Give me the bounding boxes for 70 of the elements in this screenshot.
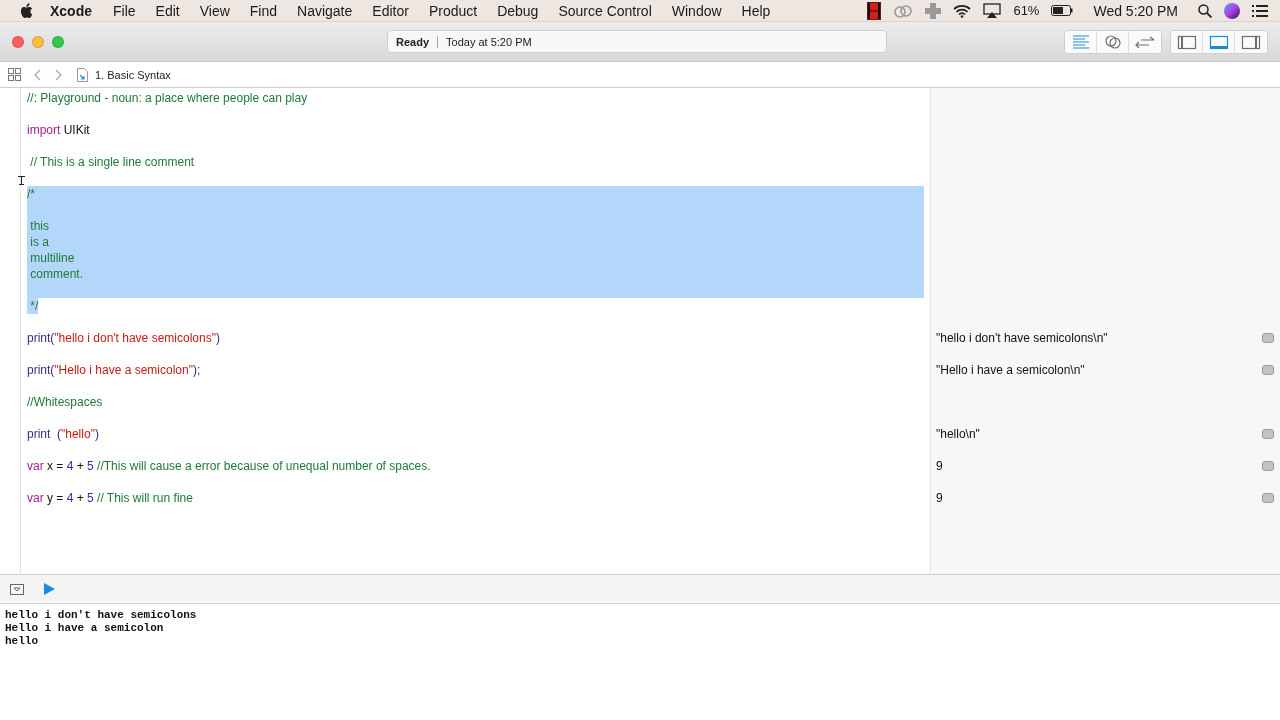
menu-item[interactable]: Help: [741, 2, 771, 19]
code-line: multiline: [29, 250, 75, 266]
code-line: //Whitespaces: [27, 394, 103, 410]
film-icon[interactable]: [867, 1, 882, 20]
result-value: "hello\n": [936, 426, 980, 442]
list-icon[interactable]: [1252, 4, 1268, 17]
menu-item[interactable]: Editor: [372, 2, 409, 19]
quick-look-button[interactable]: [1262, 333, 1274, 343]
code-line: //: Playground - noun: a place where people can play: [27, 90, 308, 106]
hide-debug-icon[interactable]: [10, 583, 24, 595]
code-line: var y = 4 + 5 // This will run fine: [27, 490, 193, 506]
code-line: import UIKit: [27, 122, 90, 138]
menu-item[interactable]: Window: [671, 2, 722, 19]
console-line: Hello i have a semicolon: [5, 622, 165, 635]
result-value: "Hello i have a semicolon\n": [936, 362, 1085, 378]
menu-item[interactable]: Navigate: [297, 2, 353, 19]
apple-icon[interactable]: [20, 2, 34, 19]
standard-editor-button[interactable]: [1065, 30, 1097, 53]
menu-item[interactable]: File: [113, 2, 136, 19]
menu-item[interactable]: Product: [428, 2, 478, 19]
menu-item[interactable]: Source Control: [558, 2, 652, 19]
airplay-icon[interactable]: [983, 3, 1002, 18]
minimize-button[interactable]: [32, 35, 44, 48]
battery-percent: 61%: [1013, 3, 1040, 18]
zoom-button[interactable]: [52, 35, 64, 48]
forward-icon[interactable]: [55, 68, 63, 81]
gamepad-icon[interactable]: [925, 2, 942, 19]
navigator-toggle[interactable]: [1171, 30, 1203, 53]
back-icon[interactable]: [33, 68, 41, 81]
circles-icon: [1102, 32, 1123, 51]
text-cursor-icon: [18, 176, 25, 185]
code-line: print("Hello i have a semicolon");: [27, 362, 201, 378]
menu-item[interactable]: Debug: [497, 2, 539, 19]
console-line: hello i don't have semicolons: [5, 609, 198, 622]
breadcrumb-item[interactable]: 1. Basic Syntax: [95, 68, 171, 81]
code-line: is a: [29, 234, 49, 250]
close-button[interactable]: [12, 35, 24, 48]
code-line: print ("hello"): [27, 426, 99, 442]
quick-look-button[interactable]: [1262, 429, 1274, 439]
console-line: hello: [5, 635, 39, 648]
build-status: Ready: [396, 35, 430, 48]
quick-look-button[interactable]: [1262, 493, 1274, 503]
menu-item[interactable]: View: [199, 2, 230, 19]
quick-look-button[interactable]: [1262, 461, 1274, 471]
code-line: /*: [27, 186, 35, 202]
grid-icon[interactable]: [8, 68, 21, 81]
search-icon[interactable]: [1198, 3, 1212, 18]
code-line: var x = 4 + 5 //This will cause a error because of unequal number of spaces.: [27, 458, 431, 474]
code-line: print("hello i don't have semicolons"): [27, 330, 220, 346]
menu-item[interactable]: Find: [249, 2, 278, 19]
menu-item[interactable]: Edit: [155, 2, 180, 19]
quick-look-button[interactable]: [1262, 365, 1274, 375]
battery-icon[interactable]: [1051, 5, 1074, 16]
result-value: "hello i don't have semicolons\n": [936, 330, 1108, 346]
siri-icon[interactable]: [1224, 2, 1240, 19]
file-icon[interactable]: [77, 67, 88, 82]
segmented-control[interactable]: [1170, 29, 1268, 54]
lines-icon: [1070, 32, 1091, 51]
wifi-icon[interactable]: [953, 3, 972, 18]
result-value: 9: [936, 458, 943, 474]
app-menu[interactable]: Xcode: [50, 2, 92, 19]
cloud-icon[interactable]: [893, 3, 914, 18]
run-icon[interactable]: [44, 583, 55, 595]
code-line: // This is a single line comment: [29, 154, 195, 170]
build-time: Today at 5:20 PM: [446, 35, 532, 48]
menu-clock[interactable]: Wed 5:20 PM: [1093, 2, 1178, 19]
segmented-control[interactable]: [1064, 29, 1162, 54]
code-line: this: [29, 218, 49, 234]
code-line: comment.: [29, 266, 83, 282]
result-value: 9: [936, 490, 943, 506]
